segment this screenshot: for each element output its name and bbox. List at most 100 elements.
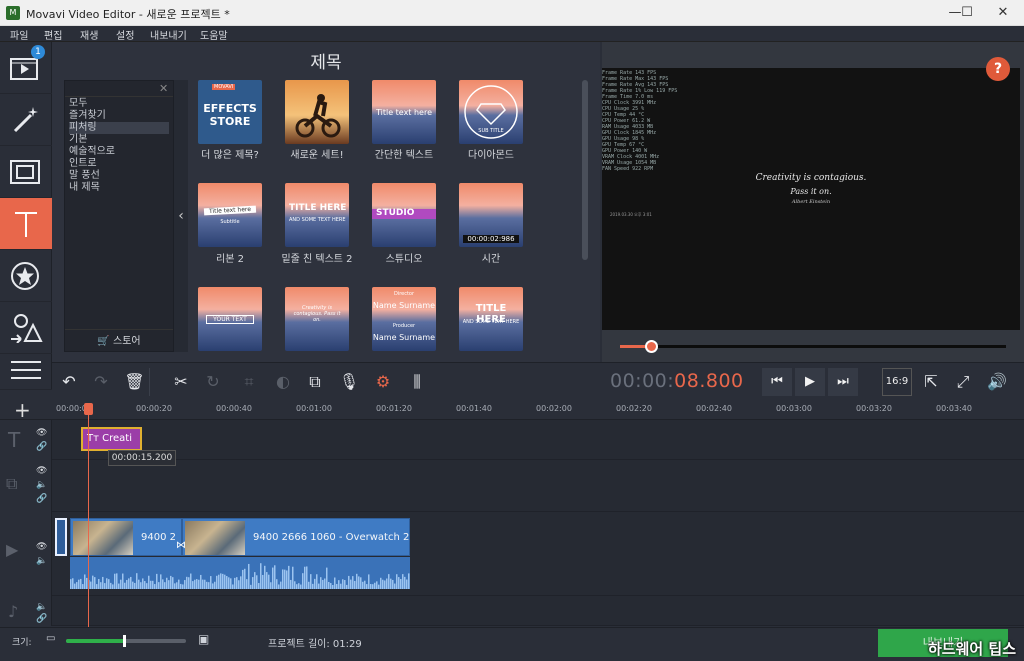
menu-help[interactable]: 도움말	[200, 27, 228, 42]
title-tile-your-text[interactable]: YOUR TEXT	[198, 287, 262, 351]
import-media-button[interactable]: 1	[0, 42, 52, 94]
menu-settings[interactable]: 설정	[116, 27, 134, 42]
zoom-slider-handle[interactable]	[122, 635, 126, 647]
next-frame-icon[interactable]: ⏭	[828, 368, 858, 396]
previous-frame-icon[interactable]: ⏮	[762, 368, 792, 396]
audio-waveform[interactable]	[70, 557, 410, 589]
preview-seek-bar[interactable]	[620, 345, 1006, 348]
cut-icon[interactable]: ✂	[166, 368, 196, 396]
equalizer-icon[interactable]: ⫼	[402, 368, 432, 396]
tile-art-text: SUB TITLE	[478, 128, 504, 134]
menu-edit[interactable]: 편집	[44, 27, 62, 42]
title-clip[interactable]: Tт Creati	[81, 427, 142, 451]
category-all[interactable]: 모두	[69, 98, 87, 110]
clip-label: 9400 2666 1060 - Overwatch 2	[253, 532, 410, 543]
title-tile-effects-store[interactable]: MOVAVI EFFECTS STORE	[198, 80, 262, 144]
title-tile-ribbon-2[interactable]: Title text here Subtitle	[198, 183, 262, 247]
title-tile-time[interactable]: 00:00:02:986	[459, 183, 523, 247]
volume-icon[interactable]: 🔊	[982, 368, 1012, 396]
category-speech-bubble[interactable]: 말 풍선	[69, 170, 100, 182]
category-favorites[interactable]: 즐겨찾기	[69, 110, 106, 122]
cart-icon: 🛒	[97, 336, 110, 347]
tile-art-sub: Name Surname	[372, 333, 436, 342]
close-button[interactable]: ✕	[980, 0, 1024, 26]
ruler-tick-label: 00:03:20	[856, 404, 892, 413]
category-artistic[interactable]: 예술적으로	[69, 146, 115, 158]
title-tile-title-here[interactable]: TITLE HERE AND SOME TEXT HERE	[459, 287, 523, 351]
tile-art-sub: Subtitle	[220, 219, 240, 225]
store-button[interactable]: 🛒 스토어	[65, 329, 173, 353]
eye-icon[interactable]: 👁	[36, 466, 47, 476]
tile-art-top: Director	[393, 291, 415, 297]
category-basic[interactable]: 기본	[69, 134, 87, 146]
zoom-in-icon[interactable]: ▣	[198, 632, 209, 646]
play-icon[interactable]: ▶	[795, 368, 825, 396]
gear-icon[interactable]: ⚙	[368, 368, 398, 396]
color-adjust-icon[interactable]: ◐	[268, 368, 298, 396]
help-button[interactable]: ?	[986, 57, 1010, 81]
clip-label: 9400 2	[141, 532, 176, 543]
tile-art-sub: AND SOME TEXT HERE	[289, 217, 346, 223]
panel-title: 제목	[310, 53, 342, 73]
title-tile-underlined-2[interactable]: TITLE HERE AND SOME TEXT HERE	[285, 183, 349, 247]
category-search-input[interactable]	[65, 81, 173, 97]
detach-preview-icon[interactable]: ⇱	[916, 368, 946, 396]
crop-frame-icon[interactable]: ⧉	[300, 368, 330, 396]
rotate-icon[interactable]: ↻	[198, 368, 228, 396]
speaker-icon[interactable]: 🔈	[36, 480, 47, 490]
tile-art-text: Title text here	[375, 108, 433, 117]
fullscreen-icon[interactable]: ⤢	[948, 368, 978, 396]
menu-playback[interactable]: 재생	[80, 27, 98, 42]
playhead-line[interactable]	[88, 405, 89, 627]
tile-label: 리본 2	[216, 254, 244, 265]
transition-marker-icon[interactable]: ⋈	[176, 540, 186, 551]
title-tile-quote[interactable]: Creativity is contagious. Pass it on.	[285, 287, 349, 351]
tile-art-text: 00:00:02:986	[463, 235, 519, 243]
video-clip-2[interactable]: 9400 2666 1060 - Overwatch 2	[182, 518, 410, 556]
undo-icon[interactable]: ↶	[54, 368, 84, 396]
title-tile-studio[interactable]: STUDIO	[372, 183, 436, 247]
stickers-button[interactable]	[0, 250, 52, 302]
menu-file[interactable]: 파일	[10, 27, 28, 42]
video-clip-1[interactable]: 9400 2	[70, 518, 182, 556]
shapes-button[interactable]	[0, 302, 52, 354]
timecode-display: 00:00:08.800	[610, 370, 744, 392]
microphone-icon[interactable]: 🎙	[334, 368, 364, 396]
eye-icon[interactable]: 👁	[36, 428, 47, 438]
clear-search-icon[interactable]: ✕	[159, 82, 168, 95]
title-tile-new-set[interactable]	[285, 80, 349, 144]
link-icon[interactable]: 🔗	[36, 494, 47, 504]
transitions-button[interactable]	[0, 146, 52, 198]
category-intro[interactable]: 인트로	[69, 158, 97, 170]
performance-overlay: Frame Rate 143 FPS Frame Rate Max 143 FPS…	[602, 70, 677, 172]
ruler-tick-label: 00:00:20	[136, 404, 172, 413]
titles-button[interactable]	[0, 198, 52, 250]
osd-line: FAN Speed 922 RPM	[602, 166, 654, 172]
zoom-out-icon[interactable]: ▭	[46, 633, 55, 644]
filters-button[interactable]	[0, 94, 52, 146]
aspect-ratio-button[interactable]: 16:9	[882, 368, 912, 396]
more-tools-button[interactable]	[0, 354, 52, 390]
collapse-panel-arrow[interactable]: ‹	[174, 80, 188, 352]
title-tile-diamond[interactable]: SUB TITLE	[459, 80, 523, 144]
title-tile-simple-text[interactable]: Title text here	[372, 80, 436, 144]
title-tile-credits[interactable]: Director Name Surname Producer Name Surn…	[372, 287, 436, 351]
clip-trim-handle[interactable]	[55, 518, 67, 556]
link-icon[interactable]: 🔗	[36, 442, 47, 452]
category-my-titles[interactable]: 내 제목	[69, 182, 100, 194]
link-icon[interactable]: 🔗	[36, 614, 47, 624]
add-track-icon[interactable]: +	[14, 398, 31, 422]
redo-icon[interactable]: ↷	[86, 368, 116, 396]
tile-art-text: Name Surname	[372, 301, 436, 310]
preview-seek-handle[interactable]	[644, 340, 658, 353]
speaker-icon[interactable]: 🔈	[36, 556, 47, 566]
speaker-icon[interactable]: 🔈	[36, 602, 47, 612]
eye-icon[interactable]: 👁	[36, 542, 47, 552]
category-featured[interactable]: 피처링	[69, 122, 169, 134]
tile-label: 다이아몬드	[468, 150, 514, 161]
menu-export[interactable]: 내보내기	[150, 27, 187, 42]
panel-scrollbar[interactable]	[582, 80, 588, 260]
tile-label: 밑줄 친 텍스트 2	[281, 254, 353, 265]
delete-icon[interactable]: 🗑	[120, 368, 150, 396]
crop-icon[interactable]: ⌗	[234, 368, 264, 396]
